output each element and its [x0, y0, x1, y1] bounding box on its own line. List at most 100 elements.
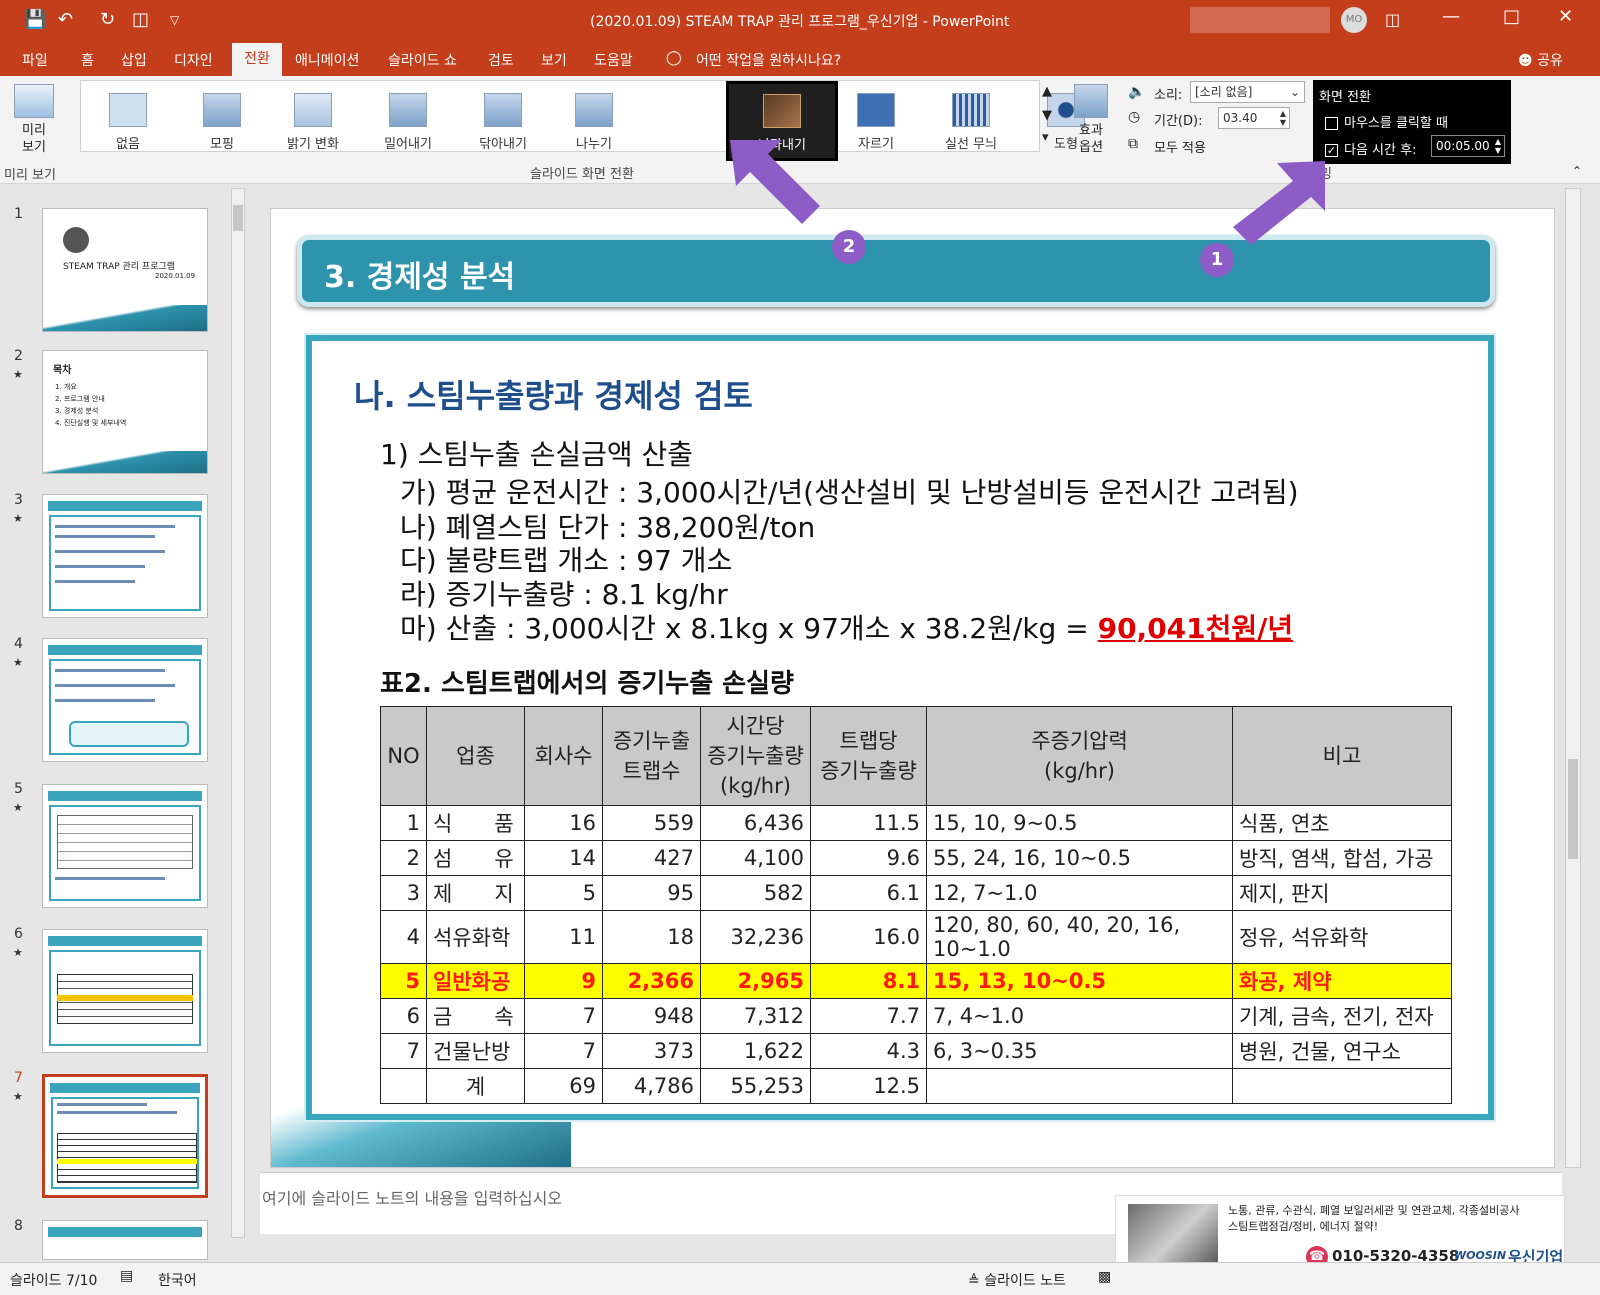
table-cell: 1,622: [700, 1033, 811, 1069]
transition-wipe[interactable]: 닦아내기: [463, 93, 543, 152]
sound-select[interactable]: [소리 없음] ⌄: [1190, 81, 1305, 103]
table-cell: 기계, 금속, 전기, 전자: [1232, 998, 1452, 1034]
transition-morph[interactable]: 모핑: [187, 93, 257, 152]
slide-canvas[interactable]: 3. 경제성 분석 나. 스팀누출량과 경제성 검토 1) 스팀누출 손실금액 …: [270, 208, 1555, 1168]
customize-toolbar-icon[interactable]: ▽: [170, 13, 179, 27]
maximize-button[interactable]: □: [1503, 6, 1520, 27]
slide-thumb-7-selected[interactable]: [42, 1074, 208, 1198]
account-name[interactable]: [1190, 7, 1330, 33]
tab-transitions[interactable]: 전환: [232, 43, 282, 76]
table-cell: 6, 3~0.35: [926, 1033, 1233, 1069]
window-title: (2020.01.09) STEAM TRAP 관리 프로그램_우신기업 - P…: [590, 14, 1010, 30]
table-header-row: NO 업종 회사수 증기누출 트랩수 시간당 증기누출량 (kg/hr) 트랩당…: [380, 706, 1452, 806]
thumb-line: [57, 1111, 177, 1114]
none-icon: [109, 93, 147, 127]
preview-button[interactable]: 미리 보기: [4, 84, 64, 156]
slide-thumb-1[interactable]: STEAM TRAP 관리 프로그램 2020.01.09: [42, 208, 208, 332]
share-button[interactable]: ☻ 공유: [1518, 50, 1563, 70]
spinner-icon[interactable]: ▲ ▼: [1495, 137, 1501, 155]
table-cell: 15, 10, 9~0.5: [926, 805, 1233, 841]
appear-icon: [763, 94, 801, 128]
slide-scrollbar[interactable]: [1565, 188, 1581, 1168]
tab-insert[interactable]: 삽입: [121, 50, 147, 70]
apply-all-button[interactable]: 모두 적용: [1154, 137, 1206, 156]
spinner-icon[interactable]: ▲ ▼: [1280, 109, 1286, 127]
table-cell: 제 지: [426, 875, 525, 911]
comments-icon[interactable]: ▩: [1098, 1269, 1111, 1285]
animation-star-icon: ★: [13, 1090, 23, 1103]
transition-split[interactable]: 나누기: [559, 93, 629, 152]
slide-thumb-2[interactable]: 목차 1. 개요 2. 프로그램 안내 3. 경제성 분석 4. 진단실행 및 …: [42, 350, 208, 474]
tab-file[interactable]: 파일: [22, 50, 48, 70]
minimize-button[interactable]: —: [1442, 6, 1460, 27]
thumb-header: [48, 501, 202, 511]
tab-review[interactable]: 검토: [488, 50, 514, 70]
collapse-ribbon-icon[interactable]: ⌃: [1572, 164, 1582, 178]
gallery-up-icon[interactable]: ▲: [1042, 84, 1052, 99]
scroll-thumb[interactable]: [1568, 759, 1578, 859]
thumb-title: 목차: [53, 365, 72, 376]
slide-thumb-5[interactable]: [42, 784, 208, 908]
slide-thumb-4[interactable]: [42, 638, 208, 762]
tab-home[interactable]: 홈: [81, 50, 94, 70]
after-label: 다음 시간 후:: [1344, 143, 1417, 158]
content-box[interactable]: 나. 스팀누출량과 경제성 검토 1) 스팀누출 손실금액 산출 가) 평균 운…: [306, 335, 1494, 1120]
table-cell: 373: [602, 1033, 701, 1069]
close-button[interactable]: ✕: [1558, 6, 1573, 27]
thumbs-scrollbar[interactable]: [231, 188, 245, 1238]
tab-design[interactable]: 디자인: [174, 50, 213, 70]
notes-icon: ≜: [968, 1273, 980, 1289]
redo-icon[interactable]: ↻: [100, 9, 115, 30]
slide-counter: 슬라이드 7/10: [10, 1273, 98, 1289]
duration-input[interactable]: 03.40 ▲ ▼: [1218, 107, 1290, 129]
slide-title[interactable]: 3. 경제성 분석: [324, 252, 515, 296]
table-cell: 7,312: [700, 998, 811, 1034]
table-cell: 9.6: [810, 840, 927, 876]
transition-none[interactable]: 없음: [93, 93, 163, 152]
spellcheck-icon[interactable]: ▤: [120, 1268, 133, 1284]
slide-thumb-6[interactable]: [42, 929, 208, 1053]
duration-label: 기간(D):: [1154, 114, 1203, 129]
preview-label: 미리 보기: [22, 123, 46, 155]
notes-toggle[interactable]: ≜ 슬라이드 노트: [968, 1270, 1066, 1290]
after-option[interactable]: ✓ 다음 시간 후:: [1325, 139, 1416, 158]
tab-slideshow[interactable]: 슬라이드 쇼: [388, 50, 457, 70]
table-row: 1식 품 16 559 6,436 11.5 15, 10, 9~0.5 식품, 연초: [380, 805, 1452, 841]
after-time-input[interactable]: 00:05.00 ▲ ▼: [1431, 135, 1505, 157]
save-icon[interactable]: 💾: [24, 9, 46, 30]
avatar[interactable]: MO: [1341, 7, 1367, 33]
slide-thumb-3[interactable]: [42, 494, 208, 618]
table-cell: 금 속: [426, 998, 525, 1034]
thumb-line: 4. 진단실행 및 세부내역: [55, 419, 127, 427]
scroll-thumb[interactable]: [233, 205, 243, 231]
gallery-down-icon[interactable]: ▼: [1042, 108, 1052, 123]
on-click-option[interactable]: 마우스를 클릭할 때: [1325, 112, 1448, 131]
table-cell: 12.5: [810, 1068, 927, 1104]
col-header: 주증기압력 (kg/hr): [926, 706, 1233, 806]
tab-view[interactable]: 보기: [541, 50, 567, 70]
ribbon-tabs: 파일 홈 삽입 디자인 전환 애니메이션 슬라이드 쇼 검토 보기 도움말 ◯ …: [0, 40, 1600, 76]
start-from-beginning-icon[interactable]: ◫: [132, 9, 149, 30]
transition-push[interactable]: 밀어내기: [368, 93, 448, 152]
tell-me-input[interactable]: 어떤 작업을 원하시나요?: [696, 50, 841, 70]
thumb-number: 5: [14, 781, 23, 797]
transition-fade[interactable]: 밝기 변화: [273, 93, 353, 152]
slide-thumb-8[interactable]: [42, 1220, 208, 1260]
thumb-line: [55, 525, 175, 528]
table-cell: 6,436: [700, 805, 811, 841]
tab-animations[interactable]: 애니메이션: [295, 50, 359, 70]
thumb-number: 6: [14, 926, 23, 942]
gallery-more-icon[interactable]: ▾: [1042, 130, 1049, 145]
tab-help[interactable]: 도움말: [594, 50, 633, 70]
transition-cut[interactable]: 자르기: [841, 93, 911, 152]
on-click-checkbox[interactable]: [1325, 117, 1338, 130]
notes-placeholder[interactable]: 여기에 슬라이드 노트의 내용을 입력하십시오: [262, 1185, 562, 1209]
language-indicator[interactable]: 한국어: [158, 1270, 197, 1290]
thumb-number: 8: [14, 1218, 23, 1234]
morph-icon: [203, 93, 241, 127]
transition-shape-lines[interactable]: 실선 무늬: [931, 93, 1011, 152]
effect-options-button[interactable]: 효과 옵션: [1063, 84, 1119, 156]
thumb-number: 3: [14, 492, 23, 508]
undo-icon[interactable]: ↶: [58, 9, 73, 30]
ribbon-display-icon[interactable]: ◫: [1385, 10, 1400, 29]
